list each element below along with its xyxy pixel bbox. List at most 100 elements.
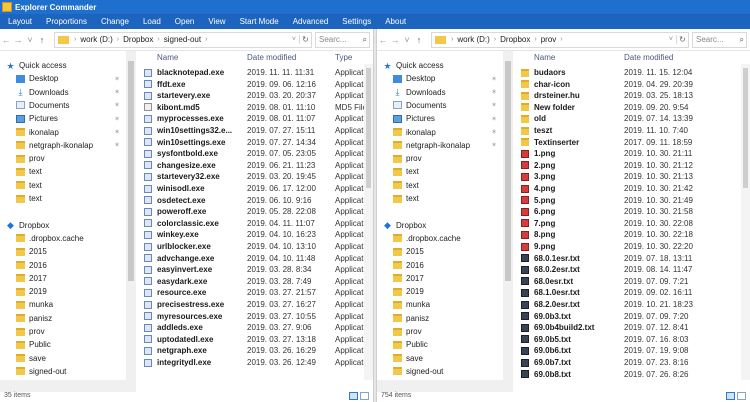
file-row[interactable]: budaors 2019. 11. 15. 12:04 [515, 67, 750, 78]
file-row[interactable]: 68.0.2esr.txt 2019. 08. 14. 11:47 [515, 264, 750, 275]
tree-item[interactable]: text [0, 179, 126, 192]
file-row[interactable]: 68.2.0esr.txt 2019. 10. 21. 18:23 [515, 299, 750, 310]
refresh-icon[interactable]: ↻ [299, 35, 311, 44]
tree-item[interactable]: 2017 [377, 272, 503, 285]
file-row[interactable]: 69.0b7.txt 2019. 07. 23. 8:16 [515, 357, 750, 368]
tree-item[interactable]: text [377, 179, 503, 192]
column-header-name[interactable]: Name [157, 53, 178, 62]
tree-item[interactable]: munka [377, 298, 503, 311]
file-row[interactable]: osdetect.exe 2019. 06. 10. 9:16 Applicati [138, 195, 373, 206]
file-row[interactable]: netgraph.exe 2019. 03. 26. 16:29 Applicati [138, 345, 373, 356]
menu-item-advanced[interactable]: Advanced [286, 14, 336, 29]
tree-item[interactable]: text [377, 165, 503, 178]
horizontal-scrollbar[interactable] [0, 380, 136, 392]
tree-item[interactable]: 2017 [0, 272, 126, 285]
tree-item[interactable]: netgraph-ikonalap ✶ [377, 139, 503, 152]
tree-item[interactable]: ⤓ Downloads ✶ [377, 86, 503, 99]
breadcrumb-item[interactable]: signed-out [164, 35, 201, 44]
tree-item[interactable]: text [377, 192, 503, 205]
scrollbar-thumb[interactable] [128, 61, 134, 281]
tree-scrollbar[interactable] [503, 51, 513, 380]
tree-item[interactable]: panisz [377, 312, 503, 325]
file-row[interactable]: advchange.exe 2019. 04. 10. 11:48 Applicat… [138, 253, 373, 264]
file-row[interactable]: startevery32.exe 2019. 03. 20. 19:45 Appli… [138, 171, 373, 182]
file-row[interactable]: win10settings.exe 2019. 07. 27. 14:34 Appl… [138, 137, 373, 148]
tree-item[interactable]: Pictures ✶ [0, 112, 126, 125]
up-icon[interactable]: ↑ [413, 35, 425, 45]
tree-item[interactable]: munka [0, 298, 126, 311]
menu-item-about[interactable]: About [378, 14, 413, 29]
list-scrollbar[interactable] [364, 64, 373, 380]
tree-item[interactable]: 2016 [377, 259, 503, 272]
file-row[interactable]: 68.1.0esr.txt 2019. 09. 02. 16:11 [515, 287, 750, 298]
tree-item[interactable]: Documents ✶ [377, 99, 503, 112]
file-row[interactable]: 69.0b3.txt 2019. 07. 09. 7:20 [515, 311, 750, 322]
tree-item[interactable]: save [0, 352, 126, 365]
breadcrumb[interactable]: › work (D:) › Dropbox › prov › ˅ ↻ [431, 31, 689, 48]
column-header-type[interactable]: Type [335, 53, 352, 62]
file-row[interactable]: 6.png 2019. 10. 30. 21:58 [515, 206, 750, 217]
file-row[interactable]: 69.0b6.txt 2019. 07. 19. 9:08 [515, 345, 750, 356]
tree-item[interactable]: ⤓ Downloads ✶ [0, 86, 126, 99]
menu-item-load[interactable]: Load [136, 14, 168, 29]
tree-item[interactable]: Desktop ✶ [377, 72, 503, 85]
tree-item[interactable]: prov [377, 325, 503, 338]
file-row[interactable]: 7.png 2019. 10. 30. 22:08 [515, 218, 750, 229]
column-header-name[interactable]: Name [534, 53, 555, 62]
large-icons-view-icon[interactable] [360, 392, 369, 400]
file-row[interactable]: 3.png 2019. 10. 30. 21:13 [515, 171, 750, 182]
file-row[interactable]: sysfontbold.exe 2019. 07. 05. 23:05 Applic… [138, 148, 373, 159]
file-row[interactable]: 69.0b5.txt 2019. 07. 16. 8:03 [515, 334, 750, 345]
tree-item[interactable]: 2016 [0, 259, 126, 272]
breadcrumb-item[interactable]: work (D:) [80, 35, 112, 44]
large-icons-view-icon[interactable] [737, 392, 746, 400]
file-row[interactable]: Textinserter 2017. 09. 11. 18:59 [515, 137, 750, 148]
file-row[interactable]: integritydl.exe 2019. 03. 26. 12:49 Applic… [138, 357, 373, 368]
forward-icon[interactable]: → [389, 35, 401, 45]
file-row[interactable]: old 2019. 07. 14. 13:39 [515, 113, 750, 124]
file-row[interactable]: colorclassic.exe 2019. 04. 11. 11:07 Appli… [138, 218, 373, 229]
tree-item[interactable]: signed-out [377, 365, 503, 378]
chevron-down-icon[interactable]: ˅ [669, 36, 673, 43]
breadcrumb-item[interactable]: prov [541, 35, 557, 44]
breadcrumb-item[interactable]: Dropbox [123, 35, 153, 44]
tree-item[interactable]: text [0, 165, 126, 178]
chevron-down-icon[interactable]: ˅ [401, 35, 413, 45]
tree-item[interactable]: ikonalap ✶ [0, 126, 126, 139]
tree-item[interactable]: Documents ✶ [0, 99, 126, 112]
tree-scrollbar[interactable] [126, 51, 136, 380]
tree-item[interactable]: .dropbox.cache [0, 232, 126, 245]
file-row[interactable]: ffdt.exe 2019. 09. 06. 12:16 Applicati [138, 79, 373, 90]
tree-item[interactable]: text [0, 192, 126, 205]
tree-item[interactable]: ★ Quick access [0, 59, 126, 72]
back-icon[interactable]: ← [377, 35, 389, 45]
chevron-down-icon[interactable]: ˅ [292, 36, 296, 43]
file-row[interactable]: 69.0b4build2.txt 2019. 07. 12. 8:41 [515, 322, 750, 333]
column-header-date[interactable]: Date modified [624, 53, 673, 62]
file-row[interactable]: 1.png 2019. 10. 30. 21:11 [515, 148, 750, 159]
tree-item[interactable]: 2019 [377, 285, 503, 298]
file-row[interactable]: 4.png 2019. 10. 30. 21:42 [515, 183, 750, 194]
file-row[interactable]: New folder 2019. 09. 20. 9:54 [515, 102, 750, 113]
tree-item[interactable]: prov [0, 152, 126, 165]
chevron-down-icon[interactable]: ˅ [24, 35, 36, 45]
list-scrollbar[interactable] [741, 64, 750, 380]
file-row[interactable]: 9.png 2019. 10. 30. 22:20 [515, 241, 750, 252]
menu-item-start-mode[interactable]: Start Mode [233, 14, 286, 29]
details-view-icon[interactable] [349, 392, 358, 400]
file-row[interactable]: myresources.exe 2019. 03. 27. 10:55 Applic… [138, 311, 373, 322]
file-row[interactable]: winisodl.exe 2019. 06. 17. 12:00 Applicati [138, 183, 373, 194]
tree-item[interactable]: 2019 [0, 285, 126, 298]
tree-item[interactable]: 2015 [0, 245, 126, 258]
back-icon[interactable]: ← [0, 35, 12, 45]
menu-item-view[interactable]: View [201, 14, 232, 29]
file-row[interactable]: easydark.exe 2019. 03. 28. 7:49 Applicati [138, 276, 373, 287]
file-row[interactable]: winkey.exe 2019. 04. 10. 16:23 Applicati [138, 229, 373, 240]
tree-item[interactable]: ★ Quick access [377, 59, 503, 72]
menu-item-change[interactable]: Change [94, 14, 136, 29]
tree-item[interactable]: ◆ Dropbox [377, 219, 503, 232]
up-icon[interactable]: ↑ [36, 35, 48, 45]
tree-item[interactable]: 2015 [377, 245, 503, 258]
file-row[interactable]: 68.0.1esr.txt 2019. 07. 18. 13:11 [515, 253, 750, 264]
tree-item[interactable]: signed-out [0, 365, 126, 378]
